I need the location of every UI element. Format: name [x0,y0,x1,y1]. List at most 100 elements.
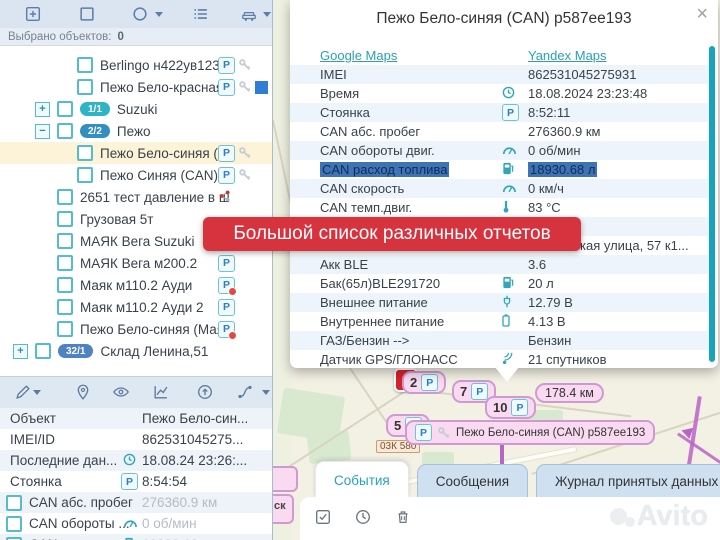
info-value: 0 об/мин [142,516,197,531]
popup-param-row[interactable]: ГАЗ/Бензин -->Бензин [290,331,710,350]
param-value: 862531045275931 [528,67,636,82]
sensor-checkbox[interactable] [6,537,22,540]
popup-param-row[interactable]: Бак(65л)BLE29172020 л [290,274,710,293]
popup-param-row[interactable]: CAN скорость0 км/ч [290,179,710,198]
add-unit-icon[interactable] [24,5,42,23]
list-view-icon[interactable] [192,5,210,23]
chevron-down-icon[interactable] [33,390,41,395]
chart-icon[interactable] [152,383,170,401]
unit-checkbox[interactable] [57,233,73,249]
unit-checkbox[interactable] [57,211,73,227]
vehicle-map-label-text: Пежо Бело-синяя (CAN) p587ee193 [456,427,645,439]
units-sidebar: Выбрано объектов: 0 Berlingo н422ув123PП… [0,0,273,540]
chevron-down-icon[interactable] [262,390,270,395]
select-icon[interactable] [314,508,332,526]
unit-label: Пежо Бело-красная [100,80,223,95]
gauge-icon [502,143,516,158]
parking-icon: P [415,424,432,441]
tree-item-unit[interactable]: +32/1Склад Ленина,51 [0,340,272,362]
tab-журнал[interactable]: Журнал принятых данных [536,464,720,498]
param-value: 20 л [528,276,554,291]
popup-param-row[interactable]: Акк BLE3.6 [290,255,710,274]
sensor-checkbox[interactable] [6,516,22,532]
tab-события[interactable]: События [315,461,409,498]
popup-param-row[interactable]: CAN абс. пробег276360.9 км [290,122,710,141]
unit-checkbox[interactable] [57,321,73,337]
key-icon [238,168,252,182]
map-cluster[interactable]: 10P [485,396,536,419]
location-icon[interactable] [74,383,92,401]
tree-item-unit[interactable]: Маяк м110.2 АудиP [0,274,272,296]
send-icon[interactable] [196,383,214,401]
map-area [272,0,292,540]
unit-label: Пежо Бело-синяя (С [100,146,228,161]
param-value: 0 км/ч [528,181,564,196]
power-plug-icon [502,295,512,311]
map-cluster[interactable]: 2P [402,371,446,394]
unit-checkbox[interactable] [77,145,93,161]
param-value: 4.13 В [528,314,566,329]
unit-checkbox[interactable] [77,57,93,73]
unit-checkbox[interactable] [57,123,73,139]
tree-item-unit[interactable]: Пежо Бело-краснаяP [0,76,272,98]
trash-icon[interactable] [394,508,412,526]
vehicle-filter-icon[interactable] [240,5,258,23]
tab-сообщения[interactable]: Сообщения [417,464,528,498]
tree-item-unit[interactable]: МАЯК Вега м200.2P [0,252,272,274]
unit-checkbox[interactable] [57,189,73,205]
info-value: 18.08.24 23:26:... [142,453,247,468]
chevron-down-icon[interactable] [155,12,163,17]
geofence-icon[interactable] [78,5,96,23]
sensors-icon [218,189,232,206]
unit-label: МАЯК Вега Suzuki [80,234,195,249]
popup-scrollbar[interactable] [709,46,715,362]
yandex-maps-link[interactable]: Yandex Maps [528,48,607,63]
chevron-down-icon[interactable] [263,12,271,17]
info-label: CAN обороты ... [29,516,130,531]
popup-param-row[interactable]: СтоянкаP8:52:11 [290,103,710,122]
tree-item-unit[interactable]: Маяк м110.2 Ауди 2P [0,296,272,318]
popup-param-row[interactable]: Внешнее питание12.79 В [290,293,710,312]
popup-param-row[interactable]: IMEI862531045275931 [290,65,710,84]
google-maps-link[interactable]: Google Maps [320,48,397,63]
selected-objects-bar: Выбрано объектов: 0 [0,28,272,46]
unit-checkbox[interactable] [57,255,73,271]
cluster-count: 5 [394,418,401,433]
distance-label[interactable]: 178.4 км [535,383,604,403]
info-row: ОбъектПежо Бело-син... [0,408,272,429]
tree-item-unit[interactable]: Berlingo н422ув123P [0,54,272,76]
tree-item-unit[interactable]: Пежо Бело-синяя (МаяP [0,318,272,340]
bottom-tabs: СобытияСообщенияЖурнал принятых данных [272,462,720,498]
popup-param-row[interactable]: CAN обороты двиг.0 об/мин [290,141,710,160]
history-icon[interactable] [354,508,372,526]
unit-checkbox[interactable] [57,299,73,315]
visibility-icon[interactable] [112,383,130,401]
collapse-icon[interactable]: − [35,124,50,139]
popup-param-row[interactable]: Время18.08.2024 23:23:48 [290,84,710,103]
unit-label: Berlingo н422ув123 [100,58,220,73]
tree-item-unit[interactable]: Пежо Бело-синяя (СP [0,142,272,164]
tree-item-unit[interactable]: Пежо Синяя (CAN) сP [0,164,272,186]
fuel-icon [124,537,136,540]
unit-checkbox[interactable] [57,277,73,293]
popup-param-row[interactable]: CAN расход топлива18930.68 л [290,160,710,179]
sensor-checkbox[interactable] [6,495,22,511]
popup-param-row[interactable]: Внутреннее питание4.13 В [290,312,710,331]
unit-checkbox[interactable] [35,343,51,359]
expand-icon[interactable]: + [35,102,50,117]
parking-icon: P [218,167,235,184]
close-icon[interactable]: × [696,4,708,24]
tree-item-unit[interactable]: 2651 тест давление в ш [0,186,272,208]
track-circle-icon[interactable] [131,5,149,23]
vehicle-map-label[interactable]: P Пежо Бело-синяя (CAN) p587ee193 [405,420,655,445]
tree-item-unit[interactable]: +1/1Suzuki [0,98,272,120]
tree-item-unit[interactable]: −2/2Пежо [0,120,272,142]
unit-checkbox[interactable] [77,79,93,95]
param-label: ГАЗ/Бензин --> [320,333,409,348]
popup-param-row[interactable]: CAN темп.двиг.83 °C [290,198,710,217]
route-icon[interactable] [236,383,254,401]
edit-icon[interactable] [14,383,32,401]
expand-icon[interactable]: + [13,344,28,359]
unit-checkbox[interactable] [57,101,73,117]
unit-checkbox[interactable] [77,167,93,183]
